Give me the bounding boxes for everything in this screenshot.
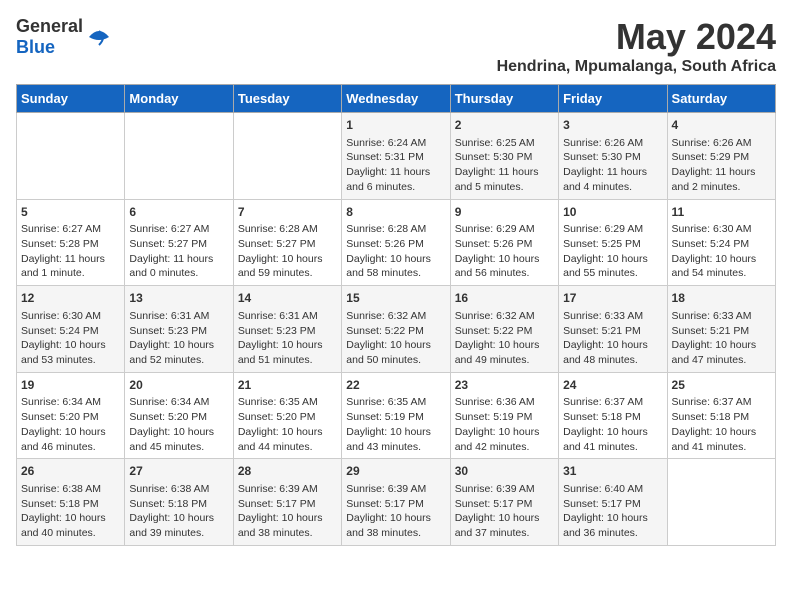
calendar-cell: 7Sunrise: 6:28 AMSunset: 5:27 PMDaylight… [233, 199, 341, 286]
header-day-monday: Monday [125, 85, 233, 113]
day-number: 30 [455, 463, 554, 480]
calendar-cell [667, 459, 775, 546]
logo-general: General [16, 16, 83, 36]
header-day-thursday: Thursday [450, 85, 558, 113]
logo-icon [85, 23, 113, 51]
day-number: 11 [672, 204, 771, 221]
day-number: 8 [346, 204, 445, 221]
day-number: 20 [129, 377, 228, 394]
calendar-cell: 13Sunrise: 6:31 AMSunset: 5:23 PMDayligh… [125, 286, 233, 373]
day-number: 23 [455, 377, 554, 394]
calendar-cell: 23Sunrise: 6:36 AMSunset: 5:19 PMDayligh… [450, 372, 558, 459]
day-number: 18 [672, 290, 771, 307]
calendar-table: SundayMondayTuesdayWednesdayThursdayFrid… [16, 84, 776, 546]
header-row: SundayMondayTuesdayWednesdayThursdayFrid… [17, 85, 776, 113]
day-number: 29 [346, 463, 445, 480]
day-number: 25 [672, 377, 771, 394]
logo-text: General Blue [16, 16, 83, 58]
title-block: May 2024 Hendrina, Mpumalanga, South Afr… [497, 16, 776, 76]
calendar-cell: 11Sunrise: 6:30 AMSunset: 5:24 PMDayligh… [667, 199, 775, 286]
week-row-2: 5Sunrise: 6:27 AMSunset: 5:28 PMDaylight… [17, 199, 776, 286]
calendar-cell: 18Sunrise: 6:33 AMSunset: 5:21 PMDayligh… [667, 286, 775, 373]
day-number: 7 [238, 204, 337, 221]
day-number: 4 [672, 117, 771, 134]
calendar-cell: 21Sunrise: 6:35 AMSunset: 5:20 PMDayligh… [233, 372, 341, 459]
day-number: 3 [563, 117, 662, 134]
calendar-cell: 20Sunrise: 6:34 AMSunset: 5:20 PMDayligh… [125, 372, 233, 459]
day-number: 27 [129, 463, 228, 480]
day-number: 31 [563, 463, 662, 480]
page-header: General Blue May 2024 Hendrina, Mpumalan… [16, 16, 776, 76]
calendar-cell: 26Sunrise: 6:38 AMSunset: 5:18 PMDayligh… [17, 459, 125, 546]
day-number: 24 [563, 377, 662, 394]
calendar-body: 1Sunrise: 6:24 AMSunset: 5:31 PMDaylight… [17, 113, 776, 546]
week-row-1: 1Sunrise: 6:24 AMSunset: 5:31 PMDaylight… [17, 113, 776, 200]
calendar-cell [233, 113, 341, 200]
calendar-cell: 1Sunrise: 6:24 AMSunset: 5:31 PMDaylight… [342, 113, 450, 200]
day-number: 26 [21, 463, 120, 480]
week-row-5: 26Sunrise: 6:38 AMSunset: 5:18 PMDayligh… [17, 459, 776, 546]
day-number: 9 [455, 204, 554, 221]
day-number: 28 [238, 463, 337, 480]
day-number: 17 [563, 290, 662, 307]
calendar-cell: 29Sunrise: 6:39 AMSunset: 5:17 PMDayligh… [342, 459, 450, 546]
day-number: 13 [129, 290, 228, 307]
calendar-cell: 2Sunrise: 6:25 AMSunset: 5:30 PMDaylight… [450, 113, 558, 200]
calendar-cell: 25Sunrise: 6:37 AMSunset: 5:18 PMDayligh… [667, 372, 775, 459]
calendar-cell: 4Sunrise: 6:26 AMSunset: 5:29 PMDaylight… [667, 113, 775, 200]
header-day-sunday: Sunday [17, 85, 125, 113]
calendar-cell [125, 113, 233, 200]
week-row-4: 19Sunrise: 6:34 AMSunset: 5:20 PMDayligh… [17, 372, 776, 459]
day-number: 16 [455, 290, 554, 307]
calendar-cell: 17Sunrise: 6:33 AMSunset: 5:21 PMDayligh… [559, 286, 667, 373]
calendar-cell: 5Sunrise: 6:27 AMSunset: 5:28 PMDaylight… [17, 199, 125, 286]
header-day-wednesday: Wednesday [342, 85, 450, 113]
day-number: 10 [563, 204, 662, 221]
day-number: 21 [238, 377, 337, 394]
calendar-cell [17, 113, 125, 200]
calendar-cell: 8Sunrise: 6:28 AMSunset: 5:26 PMDaylight… [342, 199, 450, 286]
day-number: 15 [346, 290, 445, 307]
calendar-cell: 10Sunrise: 6:29 AMSunset: 5:25 PMDayligh… [559, 199, 667, 286]
day-number: 5 [21, 204, 120, 221]
header-day-tuesday: Tuesday [233, 85, 341, 113]
calendar-cell: 16Sunrise: 6:32 AMSunset: 5:22 PMDayligh… [450, 286, 558, 373]
calendar-cell: 22Sunrise: 6:35 AMSunset: 5:19 PMDayligh… [342, 372, 450, 459]
day-number: 6 [129, 204, 228, 221]
calendar-cell: 15Sunrise: 6:32 AMSunset: 5:22 PMDayligh… [342, 286, 450, 373]
calendar-cell: 14Sunrise: 6:31 AMSunset: 5:23 PMDayligh… [233, 286, 341, 373]
day-number: 22 [346, 377, 445, 394]
calendar-cell: 6Sunrise: 6:27 AMSunset: 5:27 PMDaylight… [125, 199, 233, 286]
calendar-cell: 28Sunrise: 6:39 AMSunset: 5:17 PMDayligh… [233, 459, 341, 546]
day-number: 2 [455, 117, 554, 134]
day-number: 1 [346, 117, 445, 134]
week-row-3: 12Sunrise: 6:30 AMSunset: 5:24 PMDayligh… [17, 286, 776, 373]
day-number: 12 [21, 290, 120, 307]
subtitle: Hendrina, Mpumalanga, South Africa [497, 58, 776, 76]
logo-blue: Blue [16, 37, 55, 57]
main-title: May 2024 [497, 16, 776, 58]
calendar-cell: 24Sunrise: 6:37 AMSunset: 5:18 PMDayligh… [559, 372, 667, 459]
header-day-friday: Friday [559, 85, 667, 113]
day-number: 19 [21, 377, 120, 394]
calendar-cell: 9Sunrise: 6:29 AMSunset: 5:26 PMDaylight… [450, 199, 558, 286]
calendar-cell: 30Sunrise: 6:39 AMSunset: 5:17 PMDayligh… [450, 459, 558, 546]
calendar-cell: 27Sunrise: 6:38 AMSunset: 5:18 PMDayligh… [125, 459, 233, 546]
calendar-header: SundayMondayTuesdayWednesdayThursdayFrid… [17, 85, 776, 113]
header-day-saturday: Saturday [667, 85, 775, 113]
calendar-cell: 12Sunrise: 6:30 AMSunset: 5:24 PMDayligh… [17, 286, 125, 373]
day-number: 14 [238, 290, 337, 307]
calendar-cell: 31Sunrise: 6:40 AMSunset: 5:17 PMDayligh… [559, 459, 667, 546]
calendar-cell: 3Sunrise: 6:26 AMSunset: 5:30 PMDaylight… [559, 113, 667, 200]
calendar-cell: 19Sunrise: 6:34 AMSunset: 5:20 PMDayligh… [17, 372, 125, 459]
logo: General Blue [16, 16, 113, 58]
